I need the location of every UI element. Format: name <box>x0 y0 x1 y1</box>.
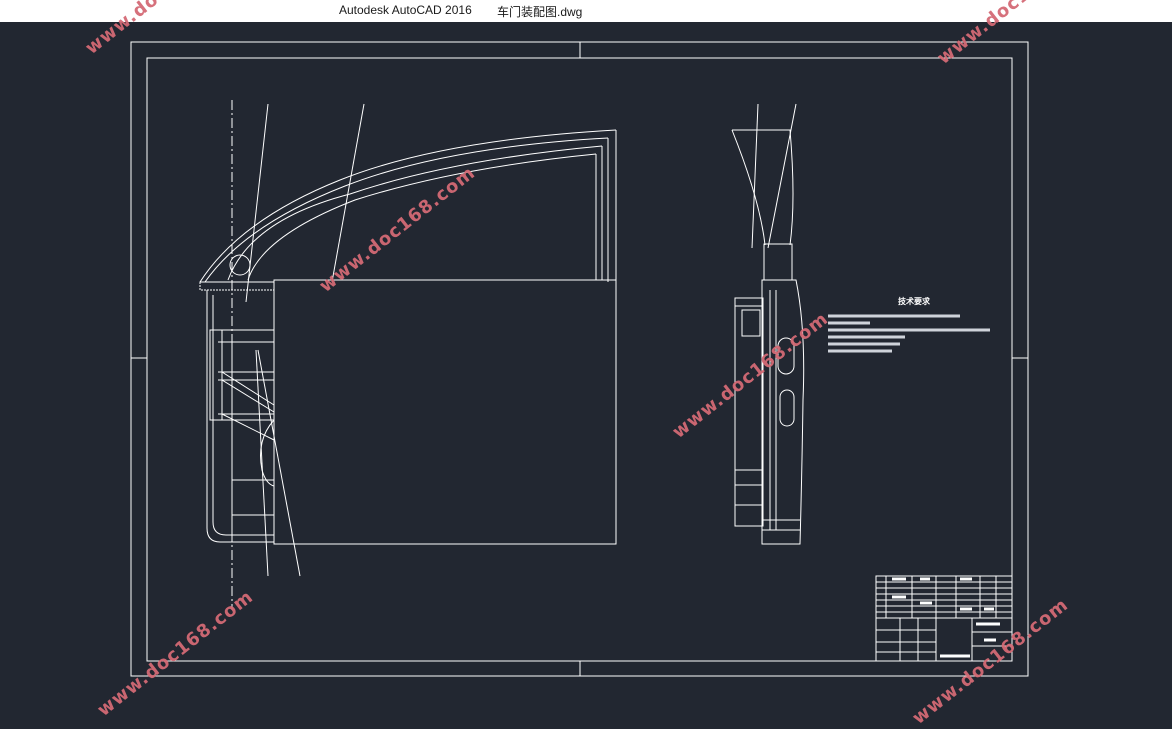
app-title: Autodesk AutoCAD 2016 <box>339 3 472 17</box>
outer-frame <box>130 41 1029 677</box>
file-title: 车门装配图.dwg <box>497 5 583 19</box>
drawing-canvas[interactable]: 技术要求 www.doc168.com www.doc168.com www.d… <box>0 0 1172 729</box>
tech-notes <box>828 314 990 353</box>
cad-drawing <box>130 41 1029 677</box>
door-section-view <box>731 103 805 545</box>
door-side-view <box>199 100 617 610</box>
tech-requirements-title: 技术要求 <box>898 297 930 306</box>
